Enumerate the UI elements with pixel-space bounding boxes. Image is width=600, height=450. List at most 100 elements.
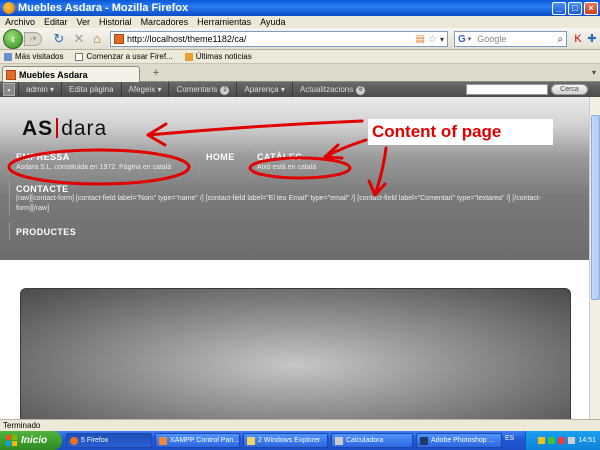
calculator-icon xyxy=(335,436,343,445)
admin-search-button[interactable]: Cerca xyxy=(551,84,588,95)
task-label: XAMPP Control Pan... xyxy=(170,437,240,444)
task-photoshop[interactable]: Adobe Photoshop ... xyxy=(416,433,502,448)
contact-shortcode-text-2: form][/raw] xyxy=(16,205,50,212)
edit-page-link[interactable]: Edita pàgina xyxy=(61,82,120,97)
tray-icon[interactable] xyxy=(558,437,566,444)
scrollbar-thumb[interactable] xyxy=(591,115,600,300)
logo-separator xyxy=(56,118,59,138)
clock: 14:51 xyxy=(578,437,596,444)
bookmark-ultimas-noticias[interactable]: Últimas noticias xyxy=(184,52,252,61)
menu-herramientas[interactable]: Herramientas xyxy=(197,17,251,27)
catalog-text: Aixó está en català xyxy=(257,164,317,171)
dropdown-icon[interactable]: ▾ xyxy=(440,35,444,44)
task-label: Adobe Photoshop ... xyxy=(431,437,495,444)
task-xampp[interactable]: XAMPP Control Pan... xyxy=(155,433,240,448)
menu-archivo[interactable]: Archivo xyxy=(5,17,35,27)
products-heading[interactable]: PRODUCTES xyxy=(16,227,76,237)
site-logo[interactable]: AS dara xyxy=(22,117,107,141)
comments-count-badge: 1 xyxy=(220,86,230,95)
wordpress-icon[interactable]: ▪ xyxy=(3,83,15,96)
forward-arrow-icon[interactable]: ›▾ xyxy=(24,32,42,46)
admin-menu[interactable]: admin ▾ xyxy=(18,82,61,97)
bookmark-comenzar[interactable]: Comenzar a usar Firef... xyxy=(75,52,173,61)
menu-marcadores[interactable]: Marcadores xyxy=(141,17,189,27)
firefox-icon xyxy=(70,436,78,445)
wp-admin-bar: ▪ admin ▾ Edita pàgina Afegeix ▾ Comenta… xyxy=(0,82,600,97)
addon-icon[interactable]: K xyxy=(571,32,585,46)
reload-icon[interactable]: ↻ xyxy=(52,32,66,46)
close-button[interactable]: × xyxy=(584,1,598,15)
tray-icon[interactable] xyxy=(568,437,576,444)
task-firefox[interactable]: 5 Firefox xyxy=(66,433,152,448)
search-bar[interactable]: G ▾ Google ⌕ xyxy=(454,31,567,47)
address-url: http://localhost/theme1182/ca/ xyxy=(127,34,247,44)
menu-bar: Archivo Editar Ver Historial Marcadores … xyxy=(0,16,600,28)
bookmark-mas-visitados[interactable]: Más visitados xyxy=(4,52,63,61)
search-input[interactable]: Google xyxy=(477,34,557,44)
task-label: Calculadora xyxy=(346,437,384,444)
column-divider xyxy=(9,222,10,240)
task-label: 5 Firefox xyxy=(81,437,109,444)
empressa-text: Asdara S.L. constituida en 1972. Pàgina … xyxy=(16,164,172,171)
admin-label: admin xyxy=(26,85,48,94)
tray-icon[interactable] xyxy=(538,437,546,444)
magnifier-icon[interactable]: ⌕ xyxy=(557,34,563,45)
tab-strip: Muebles Asdara + ▾ xyxy=(0,64,600,82)
admin-search-input[interactable] xyxy=(466,84,548,95)
page-body xyxy=(0,260,600,419)
back-arrow-icon[interactable]: ‹ xyxy=(3,29,23,49)
appearance-menu[interactable]: Aparença ▾ xyxy=(236,82,292,97)
column-divider xyxy=(198,149,199,177)
page-icon xyxy=(75,52,84,61)
start-label: Inicio xyxy=(21,435,48,446)
home-icon[interactable]: ⌂ xyxy=(90,32,104,46)
logo-right-text: dara xyxy=(61,117,108,140)
windows-flag-icon xyxy=(6,435,17,446)
status-bar: Terminado xyxy=(0,419,600,431)
tab-favicon-icon xyxy=(6,69,16,80)
bookmarks-toolbar: Más visitados Comenzar a usar Firef... Ú… xyxy=(0,50,600,64)
stop-icon[interactable]: ✕ xyxy=(72,32,86,46)
tab-title: Muebles Asdara xyxy=(19,69,88,80)
folder-icon xyxy=(247,436,255,445)
search-engine-dropdown-icon[interactable]: ▾ xyxy=(468,35,472,43)
star-icon[interactable]: ☆ xyxy=(428,34,437,45)
firefox-icon xyxy=(3,2,15,14)
bookmark-label: Últimas noticias xyxy=(195,52,252,61)
menu-ayuda[interactable]: Ayuda xyxy=(260,17,285,27)
task-label: 2 Windows Explorer xyxy=(258,437,321,444)
start-button[interactable]: Inicio xyxy=(0,431,62,450)
minimize-button[interactable]: _ xyxy=(552,1,566,15)
contact-heading[interactable]: CONTACTE xyxy=(16,184,69,194)
column-divider xyxy=(250,149,251,177)
address-bar[interactable]: http://localhost/theme1182/ca/ ▤ ☆ ▾ xyxy=(110,31,448,47)
comments-link[interactable]: Comentaris 1 xyxy=(168,82,236,97)
catalog-heading[interactable]: CATÀLEG xyxy=(257,152,303,162)
updates-link[interactable]: Actualitzacions 6 xyxy=(291,82,372,97)
maximize-button[interactable]: □ xyxy=(568,1,582,15)
menu-historial[interactable]: Historial xyxy=(99,17,132,27)
add-new-menu[interactable]: Afegeix ▾ xyxy=(120,82,169,97)
addon-2-icon[interactable]: ✚ xyxy=(585,32,599,46)
menu-ver[interactable]: Ver xyxy=(77,17,91,27)
language-indicator[interactable]: ES xyxy=(505,435,514,442)
xampp-icon xyxy=(159,436,167,445)
contact-shortcode-text: [raw][contact-form] [contact-field label… xyxy=(16,195,542,202)
task-explorer[interactable]: 2 Windows Explorer xyxy=(243,433,328,448)
tab-muebles-asdara[interactable]: Muebles Asdara xyxy=(2,66,140,82)
bookmark-folder-icon xyxy=(4,52,12,61)
tray-icon[interactable] xyxy=(548,437,556,444)
navigation-toolbar: ‹ ›▾ ↻ ✕ ⌂ http://localhost/theme1182/ca… xyxy=(0,28,600,50)
home-heading[interactable]: HOME xyxy=(206,152,235,162)
bookmark-label: Más visitados xyxy=(15,52,64,61)
vertical-scrollbar[interactable] xyxy=(589,97,600,419)
tab-list-icon[interactable]: ▾ xyxy=(592,68,596,77)
rss-icon[interactable]: ▤ xyxy=(416,34,425,45)
empressa-heading[interactable]: EMPRESSA xyxy=(16,152,70,162)
google-icon[interactable]: G xyxy=(458,34,466,45)
add-new-label: Afegeix xyxy=(128,85,156,94)
task-calculator[interactable]: Calculadora xyxy=(331,433,413,448)
photoshop-icon xyxy=(420,436,428,445)
new-tab-icon[interactable]: + xyxy=(149,67,163,80)
menu-editar[interactable]: Editar xyxy=(44,17,68,27)
